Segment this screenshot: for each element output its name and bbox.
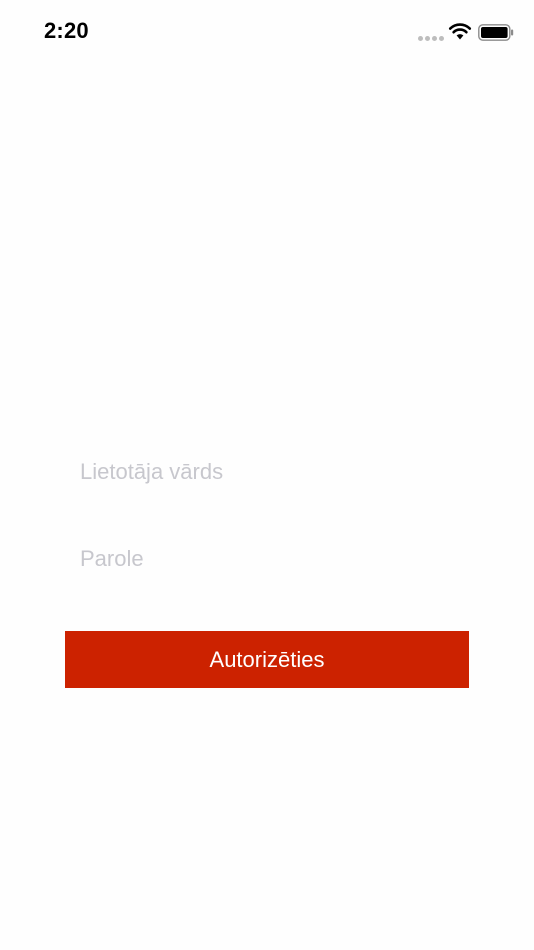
wifi-icon xyxy=(448,23,472,40)
battery-icon xyxy=(478,24,514,41)
username-field[interactable] xyxy=(80,452,460,492)
status-time: 2:20 xyxy=(44,18,89,43)
password-field[interactable] xyxy=(80,539,460,579)
login-button[interactable]: Autorizēties xyxy=(65,631,469,688)
status-bar: 2:20 xyxy=(0,0,534,66)
signal-dots-icon xyxy=(418,36,444,42)
